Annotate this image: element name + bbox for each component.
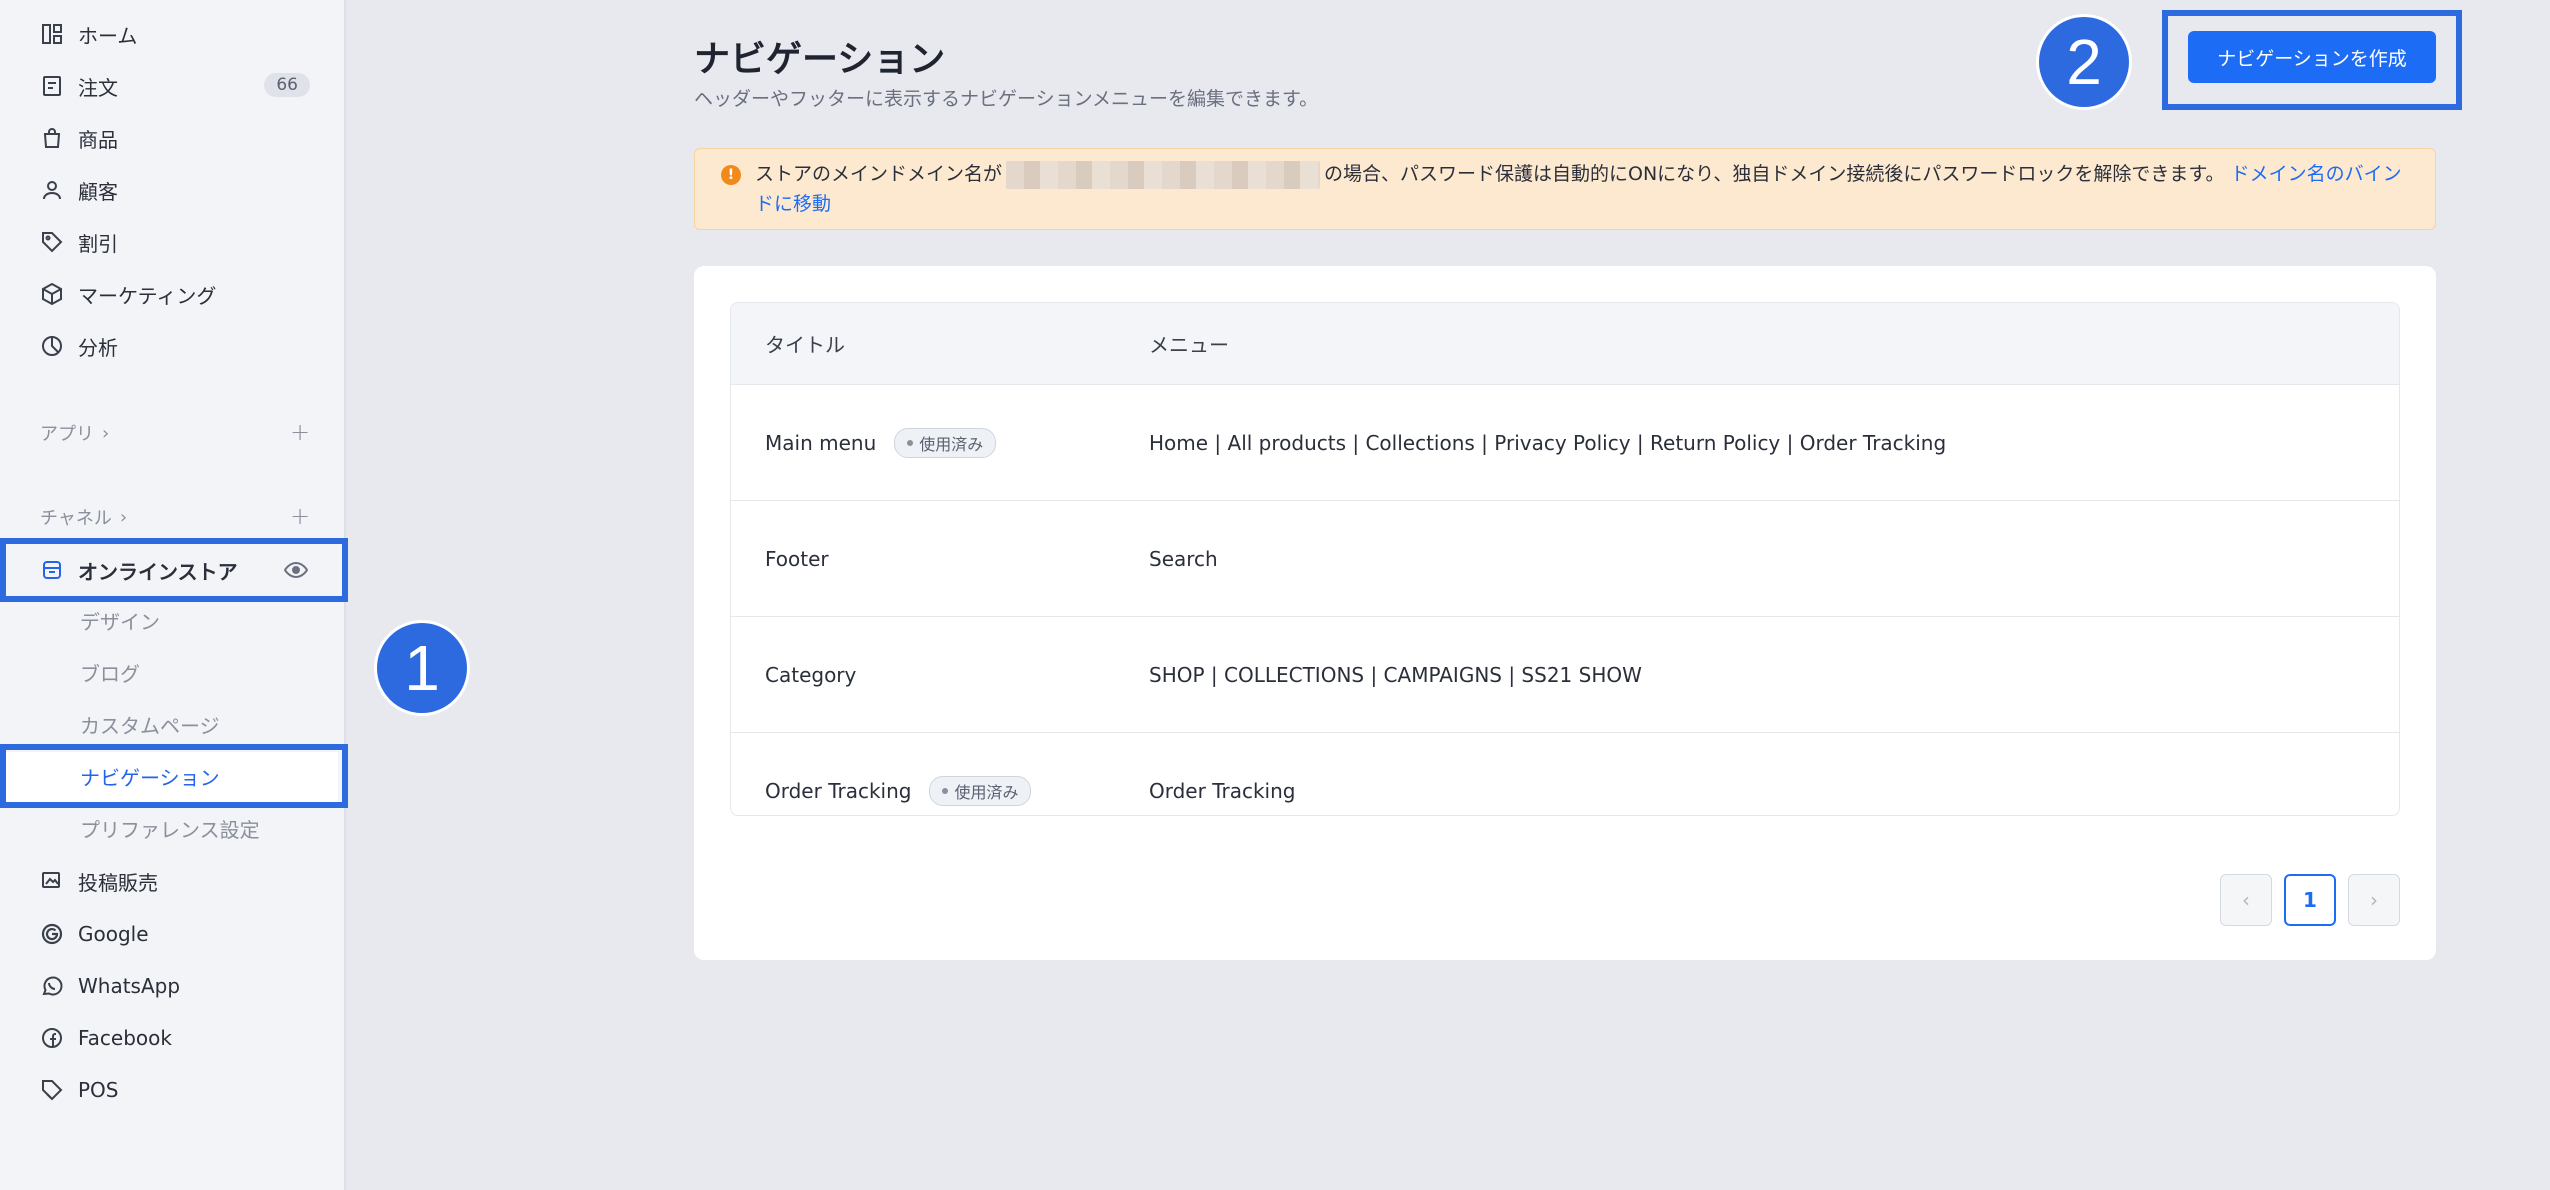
sidebar-item-discounts[interactable]: 割引 (0, 216, 340, 268)
used-badge: 使用済み (929, 776, 1032, 806)
chevron-right-icon: › (102, 422, 110, 444)
channels-section-title[interactable]: チャネル › (40, 504, 127, 530)
sidebar-item-label: マーケティング (78, 283, 217, 308)
table-row[interactable]: Footer Search (731, 501, 2399, 617)
sidebar-item-google[interactable]: Google (0, 908, 340, 960)
sidebar-item-whatsapp[interactable]: WhatsApp (0, 960, 340, 1012)
post-sale-icon (40, 869, 64, 893)
pie-icon (40, 334, 64, 358)
user-icon (40, 178, 64, 202)
next-page-button[interactable]: › (2348, 874, 2400, 926)
used-badge: 使用済み (894, 427, 997, 458)
navigation-table: タイトル メニュー Main menu 使用済み Home | All prod… (730, 302, 2400, 816)
sidebar-sub-design[interactable]: デザイン (0, 594, 340, 646)
page-1-button[interactable]: 1 (2284, 874, 2336, 926)
status-dot-icon (907, 439, 914, 446)
sidebar-item-label: WhatsApp (78, 974, 181, 998)
table-row[interactable]: Order Tracking 使用済み Order Tracking (731, 733, 2399, 815)
sidebar-item-facebook[interactable]: Facebook (0, 1012, 340, 1064)
row-menu: Order Tracking (1149, 779, 1296, 803)
sidebar-item-label: 割引 (78, 231, 118, 256)
sidebar-item-label: ホーム (78, 23, 138, 48)
order-icon (40, 74, 64, 98)
chevron-right-icon: › (119, 506, 128, 528)
sidebar-item-analytics[interactable]: 分析 (0, 320, 340, 372)
facebook-icon (40, 1026, 64, 1050)
order-count-badge: 66 (264, 73, 310, 97)
sidebar-item-label: Facebook (78, 1026, 172, 1050)
alert-text-after: の場合、パスワード保護は自動的にONになり、独自ドメイン接続後にパスワードロック… (1324, 163, 2225, 185)
pos-tag-icon (40, 1078, 64, 1102)
sidebar-item-post-sale[interactable]: 投稿販売 (0, 855, 340, 907)
step-1-badge: 1 (374, 620, 470, 716)
row-title: Footer (765, 546, 829, 571)
sidebar-sub-preferences[interactable]: プリファレンス設定 (0, 802, 340, 854)
alert-text-before: ストアのメインドメイン名が (755, 163, 1003, 185)
status-dot-icon (942, 788, 949, 794)
row-title: Order Tracking (765, 779, 912, 803)
table-header: タイトル メニュー (731, 303, 2399, 385)
warning-icon: ! (721, 165, 741, 185)
sidebar-item-home[interactable]: ホーム (0, 8, 340, 60)
sidebar-item-label: 投稿販売 (78, 870, 158, 895)
add-channel-plus-icon[interactable]: + (290, 502, 310, 530)
google-icon (40, 922, 64, 946)
eye-icon[interactable] (283, 558, 309, 587)
apps-section-title[interactable]: アプリ › (40, 420, 109, 446)
sidebar-item-pos[interactable]: POS (0, 1064, 340, 1116)
sidebar-item-label: オンラインストア (78, 559, 238, 584)
header-menu: メニュー (1149, 333, 1229, 357)
row-menu: SHOP | COLLECTIONS | CAMPAIGNS | SS21 SH… (1149, 662, 1642, 687)
home-grid-icon (40, 22, 64, 46)
sidebar-item-label: POS (78, 1078, 119, 1102)
page-title: ナビゲーション (694, 39, 946, 80)
sidebar-item-label: 分析 (78, 335, 118, 360)
bag-icon (40, 126, 64, 150)
whatsapp-icon (40, 974, 64, 998)
row-title: Category (765, 662, 857, 687)
sidebar-item-orders[interactable]: 注文 66 (0, 60, 340, 112)
step-2-badge: 2 (2036, 14, 2132, 110)
sidebar-item-label: Google (78, 922, 149, 946)
domain-alert: ! ストアのメインドメイン名が の場合、パスワード保護は自動的にONになり、独自ド… (694, 148, 2436, 230)
sidebar-item-online-store[interactable]: オンラインストア (0, 544, 340, 596)
row-menu: Search (1149, 546, 1218, 571)
navigation-card: タイトル メニュー Main menu 使用済み Home | All prod… (694, 266, 2436, 960)
sidebar-sub-blog[interactable]: ブログ (0, 646, 340, 698)
sidebar-item-customers[interactable]: 顧客 (0, 164, 340, 216)
sidebar-sub-custom-pages[interactable]: カスタムページ (0, 698, 340, 750)
blurred-domain (1006, 160, 1321, 189)
add-app-plus-icon[interactable]: + (290, 418, 310, 446)
create-navigation-button[interactable]: ナビゲーションを作成 (2188, 31, 2436, 83)
page-subtitle: ヘッダーやフッターに表示するナビゲーションメニューを編集できます。 (694, 88, 1319, 110)
header-title: タイトル (765, 333, 845, 357)
row-menu: Home | All products | Collections | Priv… (1149, 430, 1947, 455)
sidebar-sub-navigation[interactable]: ナビゲーション (0, 750, 340, 802)
table-row[interactable]: Category SHOP | COLLECTIONS | CAMPAIGNS … (731, 617, 2399, 733)
sidebar: ホーム 注文 66 商品 顧客 割引 マーケティング 分析 アプリ › + チャ… (0, 0, 346, 1190)
table-row[interactable]: Main menu 使用済み Home | All products | Col… (731, 385, 2399, 501)
store-icon (40, 558, 64, 582)
sidebar-item-marketing[interactable]: マーケティング (0, 268, 340, 320)
cube-icon (40, 282, 64, 306)
sidebar-item-label: 顧客 (78, 179, 118, 204)
sidebar-item-products[interactable]: 商品 (0, 112, 340, 164)
row-title: Main menu (765, 430, 877, 455)
prev-page-button[interactable]: ‹ (2220, 874, 2272, 926)
tag-icon (40, 230, 64, 254)
sidebar-item-label: 注文 (78, 75, 118, 100)
sidebar-item-label: 商品 (78, 127, 118, 152)
